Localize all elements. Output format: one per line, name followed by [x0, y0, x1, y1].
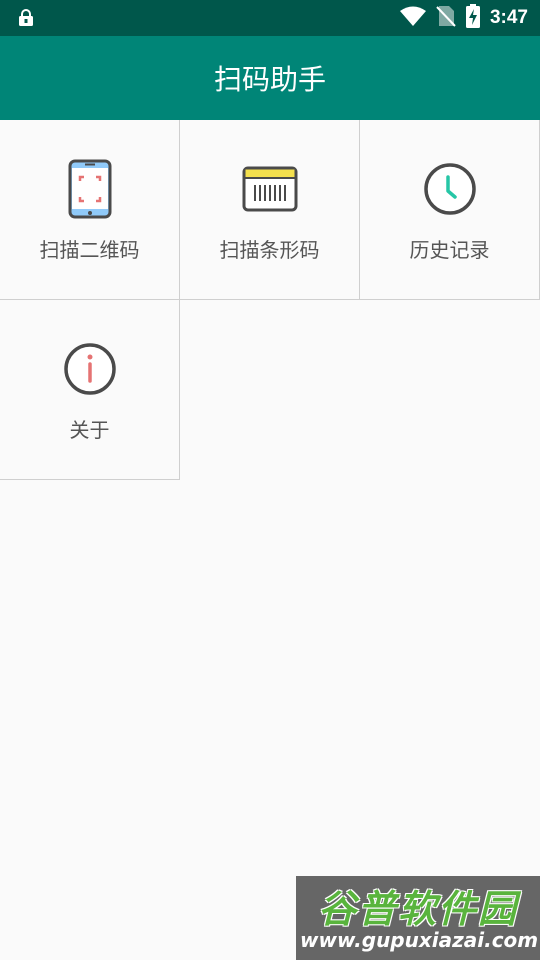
watermark: 谷普软件园 www.gupuxiazai.com [296, 876, 540, 960]
battery-charging-icon [465, 4, 480, 32]
clock-time: 3:47 [489, 7, 528, 28]
watermark-url: www.gupuxiazai.com [300, 928, 539, 952]
no-sim-icon [436, 5, 456, 31]
info-icon [61, 338, 119, 400]
menu-item-scan-qr[interactable]: 扫描二维码 [0, 120, 180, 300]
clock-icon [421, 158, 479, 220]
barcode-icon [241, 158, 299, 220]
menu-item-scan-barcode[interactable]: 扫描条形码 [180, 120, 360, 300]
status-bar: 3:47 [0, 0, 540, 36]
app-bar: 扫码助手 [0, 36, 540, 120]
phone-qr-scan-icon [61, 158, 119, 220]
menu-item-label: 关于 [69, 418, 110, 442]
menu-item-history[interactable]: 历史记录 [360, 120, 540, 300]
menu-item-label: 扫描二维码 [39, 238, 140, 262]
menu-item-label: 扫描条形码 [219, 238, 320, 262]
menu-item-label: 历史记录 [409, 238, 490, 262]
lock-icon [18, 9, 34, 31]
menu-item-about[interactable]: 关于 [0, 300, 180, 480]
page-title: 扫码助手 [213, 63, 326, 96]
watermark-brand: 谷普软件园 [317, 887, 518, 931]
wifi-icon [399, 6, 426, 30]
